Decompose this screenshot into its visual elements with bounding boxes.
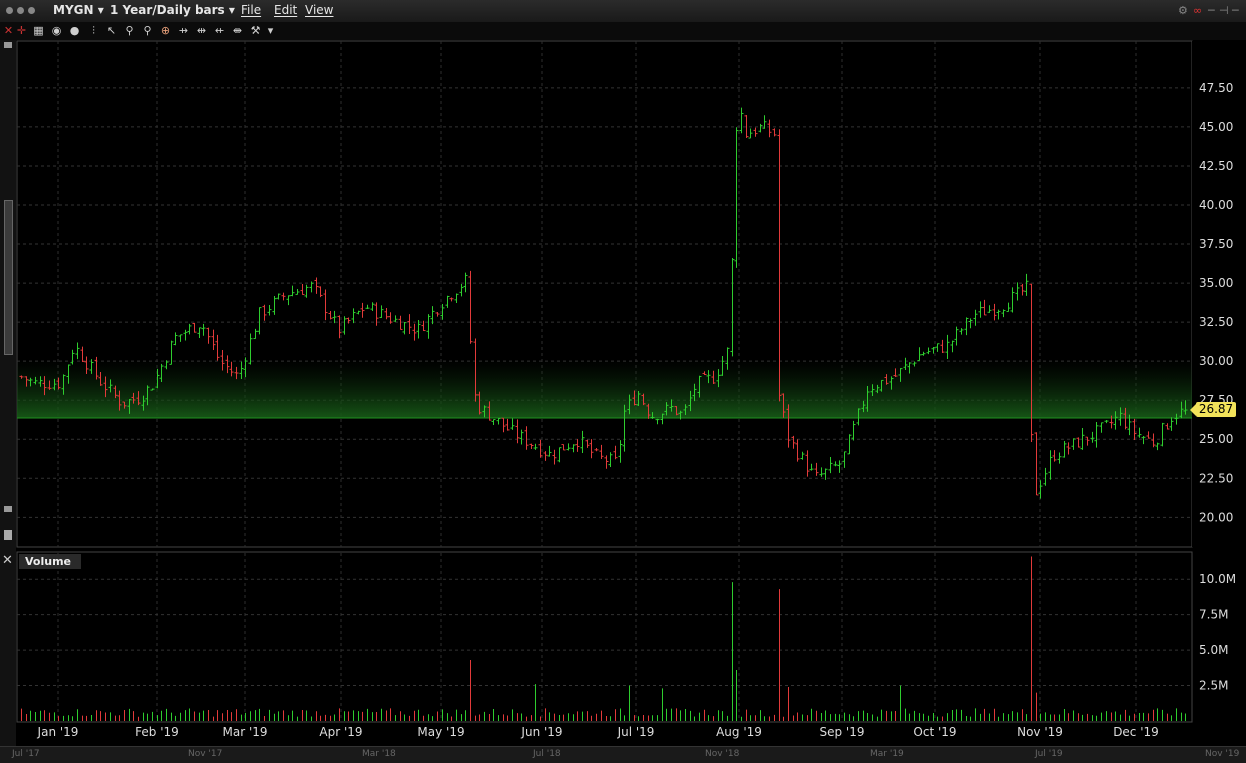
navigator-label: Jul '17	[12, 749, 40, 759]
volume-tick-label: 5.0M	[1199, 643, 1228, 657]
month-tick-label: Dec '19	[1113, 725, 1159, 739]
price-chart[interactable]: 20.0022.5025.0027.5030.0032.5035.0037.50…	[0, 0, 1246, 548]
month-tick-label: Jan '19	[37, 725, 79, 739]
price-tick-label: 22.50	[1199, 471, 1233, 485]
last-price-band	[17, 360, 1192, 418]
price-tick-label: 47.50	[1199, 81, 1233, 95]
navigator-label: Mar '19	[870, 749, 904, 759]
price-tick-label: 20.00	[1199, 510, 1233, 524]
month-tick-label: Oct '19	[913, 725, 956, 739]
volume-close-icon[interactable]: ✕	[2, 553, 13, 568]
plot-background	[16, 40, 1193, 548]
volume-panel-label: Volume	[19, 554, 81, 569]
navigator-label: Mar '18	[362, 749, 396, 759]
navigator-label: Jul '18	[533, 749, 561, 759]
price-tick-label: 35.00	[1199, 276, 1233, 290]
volume-tick-label: 10.0M	[1199, 572, 1236, 586]
last-price-badge: 26.87	[1190, 402, 1236, 417]
volume-axis: 2.5M 5.0M 7.5M 10.0M	[1199, 572, 1236, 692]
navigator-label: Nov '18	[705, 749, 740, 759]
navigator-label: Jul '19	[1035, 749, 1063, 759]
month-tick-label: Aug '19	[716, 725, 762, 739]
navigator-bar[interactable]: Jul '17 Nov '17 Mar '18 Jul '18 Nov '18 Mar '…	[0, 746, 1246, 763]
month-tick-label: Feb '19	[135, 725, 179, 739]
volume-tick-label: 7.5M	[1199, 608, 1228, 622]
month-tick-label: May '19	[417, 725, 464, 739]
volume-tick-label: 2.5M	[1199, 679, 1228, 693]
volume-grid	[17, 553, 1192, 721]
price-tick-label: 25.00	[1199, 432, 1233, 446]
month-tick-label: Apr '19	[319, 725, 362, 739]
price-tick-label: 37.50	[1199, 237, 1233, 251]
month-tick-label: Nov '19	[1017, 725, 1063, 739]
price-tick-label: 42.50	[1199, 159, 1233, 173]
date-axis: Jan '19 Feb '19 Mar '19 Apr '19 May '19 Jun '…	[37, 725, 1159, 739]
price-tick-label: 30.00	[1199, 354, 1233, 368]
price-tick-label: 45.00	[1199, 120, 1233, 134]
price-tick-label: 32.50	[1199, 315, 1233, 329]
month-tick-label: Mar '19	[222, 725, 267, 739]
month-tick-label: Sep '19	[820, 725, 865, 739]
navigator-label: Nov '17	[188, 749, 223, 759]
price-tick-label: 40.00	[1199, 198, 1233, 212]
month-tick-label: Jun '19	[520, 725, 562, 739]
volume-bars	[21, 556, 1186, 721]
navigator-label: Nov '19	[1205, 749, 1240, 759]
month-tick-label: Jul '19	[617, 725, 655, 739]
volume-plot-background	[16, 551, 1193, 723]
